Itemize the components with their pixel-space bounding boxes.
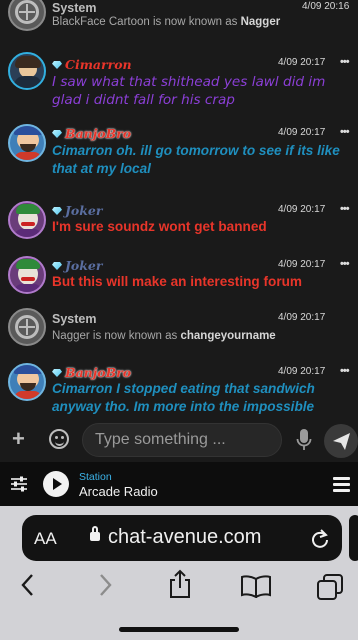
username[interactable]: Joker (52, 203, 102, 218)
timestamp: 4/09 20:17 (278, 366, 326, 377)
send-button[interactable] (324, 424, 358, 458)
message-menu-icon[interactable]: ••• (340, 365, 350, 377)
diamond-icon (52, 369, 62, 377)
message-text: But this will make an interesting forum (52, 274, 303, 289)
user-avatar[interactable] (8, 124, 46, 162)
user-avatar[interactable] (8, 52, 46, 90)
share-icon[interactable] (168, 569, 192, 599)
message-input[interactable]: Type something ... (82, 423, 282, 457)
home-indicator (119, 627, 239, 632)
bookmarks-icon[interactable] (240, 574, 272, 598)
message-composer: + Type something ... (0, 418, 358, 462)
username[interactable]: BanjoBro (52, 365, 131, 380)
hamburger-menu-icon[interactable] (333, 477, 350, 492)
plus-icon[interactable]: + (12, 428, 25, 450)
reload-icon[interactable] (310, 528, 330, 550)
timestamp: 4/09 20:17 (278, 127, 326, 138)
message-text: Cimarron oh. ill go tomorrow to see if i… (52, 143, 340, 176)
lock-icon (90, 526, 100, 541)
emoji-icon[interactable] (49, 429, 69, 449)
system-text: Nagger is now known as changeyourname (52, 330, 276, 342)
next-tab-preview[interactable] (349, 515, 358, 561)
timestamp: 4/09 20:16 (302, 1, 350, 12)
system-avatar[interactable] (8, 308, 46, 346)
send-icon (333, 433, 350, 450)
system-text: BlackFace Cartoon is now known as Nagger (52, 16, 281, 28)
message-text: Cimarron I stopped eating that sandwich … (52, 381, 315, 414)
diamond-icon (52, 207, 62, 215)
user-avatar[interactable] (8, 256, 46, 294)
username[interactable]: Cimarron (52, 57, 132, 72)
station-name: Arcade Radio (79, 484, 158, 499)
message-menu-icon[interactable]: ••• (340, 56, 350, 68)
message-menu-icon[interactable]: ••• (340, 203, 350, 215)
message-text: I'm sure soundz wont get banned (52, 219, 267, 234)
username[interactable]: System (52, 1, 96, 15)
timestamp: 4/09 20:17 (278, 57, 326, 68)
forward-icon[interactable] (95, 572, 115, 598)
microphone-icon[interactable] (296, 428, 312, 452)
text-size-button[interactable]: AA (34, 529, 57, 549)
message-menu-icon[interactable]: ••• (340, 126, 350, 138)
equalizer-icon[interactable] (10, 476, 28, 492)
station-label: Station (79, 471, 112, 483)
timestamp: 4/09 20:17 (278, 259, 326, 270)
username[interactable]: Joker (52, 258, 102, 273)
browser-toolbar: AA chat-avenue.com (0, 506, 358, 640)
back-icon[interactable] (18, 572, 38, 598)
user-avatar[interactable] (8, 201, 46, 239)
diamond-icon (52, 61, 62, 69)
play-icon[interactable] (43, 471, 69, 497)
address-bar[interactable]: AA chat-avenue.com (22, 515, 342, 561)
username[interactable]: System (52, 312, 96, 326)
system-avatar[interactable] (8, 0, 46, 31)
message-text: I saw what that shithead yes lawl did im… (52, 74, 326, 108)
username[interactable]: BanjoBro (52, 126, 131, 141)
user-avatar[interactable] (8, 363, 46, 401)
chat-log: System 4/09 20:16 BlackFace Cartoon is n… (0, 0, 358, 418)
diamond-icon (52, 130, 62, 138)
timestamp: 4/09 20:17 (278, 312, 326, 323)
timestamp: 4/09 20:17 (278, 204, 326, 215)
message-menu-icon[interactable]: ••• (340, 258, 350, 270)
radio-player: Station Arcade Radio (0, 462, 358, 506)
diamond-icon (52, 262, 62, 270)
url-text[interactable]: chat-avenue.com (108, 526, 261, 549)
tabs-icon[interactable] (316, 573, 344, 601)
